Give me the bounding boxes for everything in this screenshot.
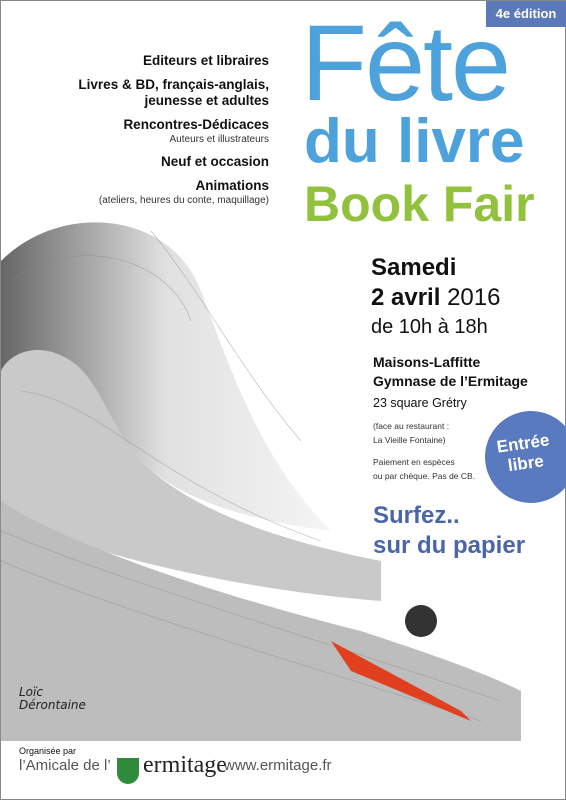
ermitage-wordmark: ermitage [143,752,227,778]
address: 23 square Grétry [373,396,467,410]
footer: Organisée par l’Amicale de l’ ermitage w… [19,746,419,791]
day: Samedi [371,254,457,281]
feature-title: Neuf et occasion [160,154,269,169]
feature-sub: Auteurs et illustrateurs [169,134,270,145]
date-bold: 2 avril [371,284,441,311]
title-book-fair: Book Fair [304,176,535,232]
website-link[interactable]: www.ermitage.fr [224,757,332,774]
year: 2016 [447,284,501,311]
artist-signature: Loïc Dérontaine [19,686,86,712]
features-list: Editeurs et libraires Livres & BD, franç… [78,53,269,215]
slogan-line: Surfez.. [373,502,460,529]
signature-line: Dérontaine [19,698,86,712]
feature-title: jeunesse et adultes [144,93,269,108]
slogan-line: sur du papier [373,532,526,559]
feature-title: Animations [195,178,269,193]
feature-title: Editeurs et libraires [142,53,269,68]
event-date: Samedi 2 avril 2016 de 10h à 18h [371,253,500,341]
venue: Gymnase de l’Ermitage [373,373,528,389]
hours: de 10h à 18h [371,316,488,338]
feature-title: Rencontres-Dédicaces [123,117,269,132]
feature-title: Livres & BD, français-anglais, [78,77,269,92]
surfer [405,605,437,637]
feature-sub: (ateliers, heures du conte, maquillage) [98,195,269,206]
amicale-text: l’Amicale de l’ [19,757,111,774]
city: Maisons-Laffitte [373,354,481,370]
title-fete: Fête [301,2,511,123]
ermitage-logo-icon [117,758,139,784]
title-du-livre: du livre [304,107,525,176]
slogan: Surfez.. sur du papier [373,501,525,561]
